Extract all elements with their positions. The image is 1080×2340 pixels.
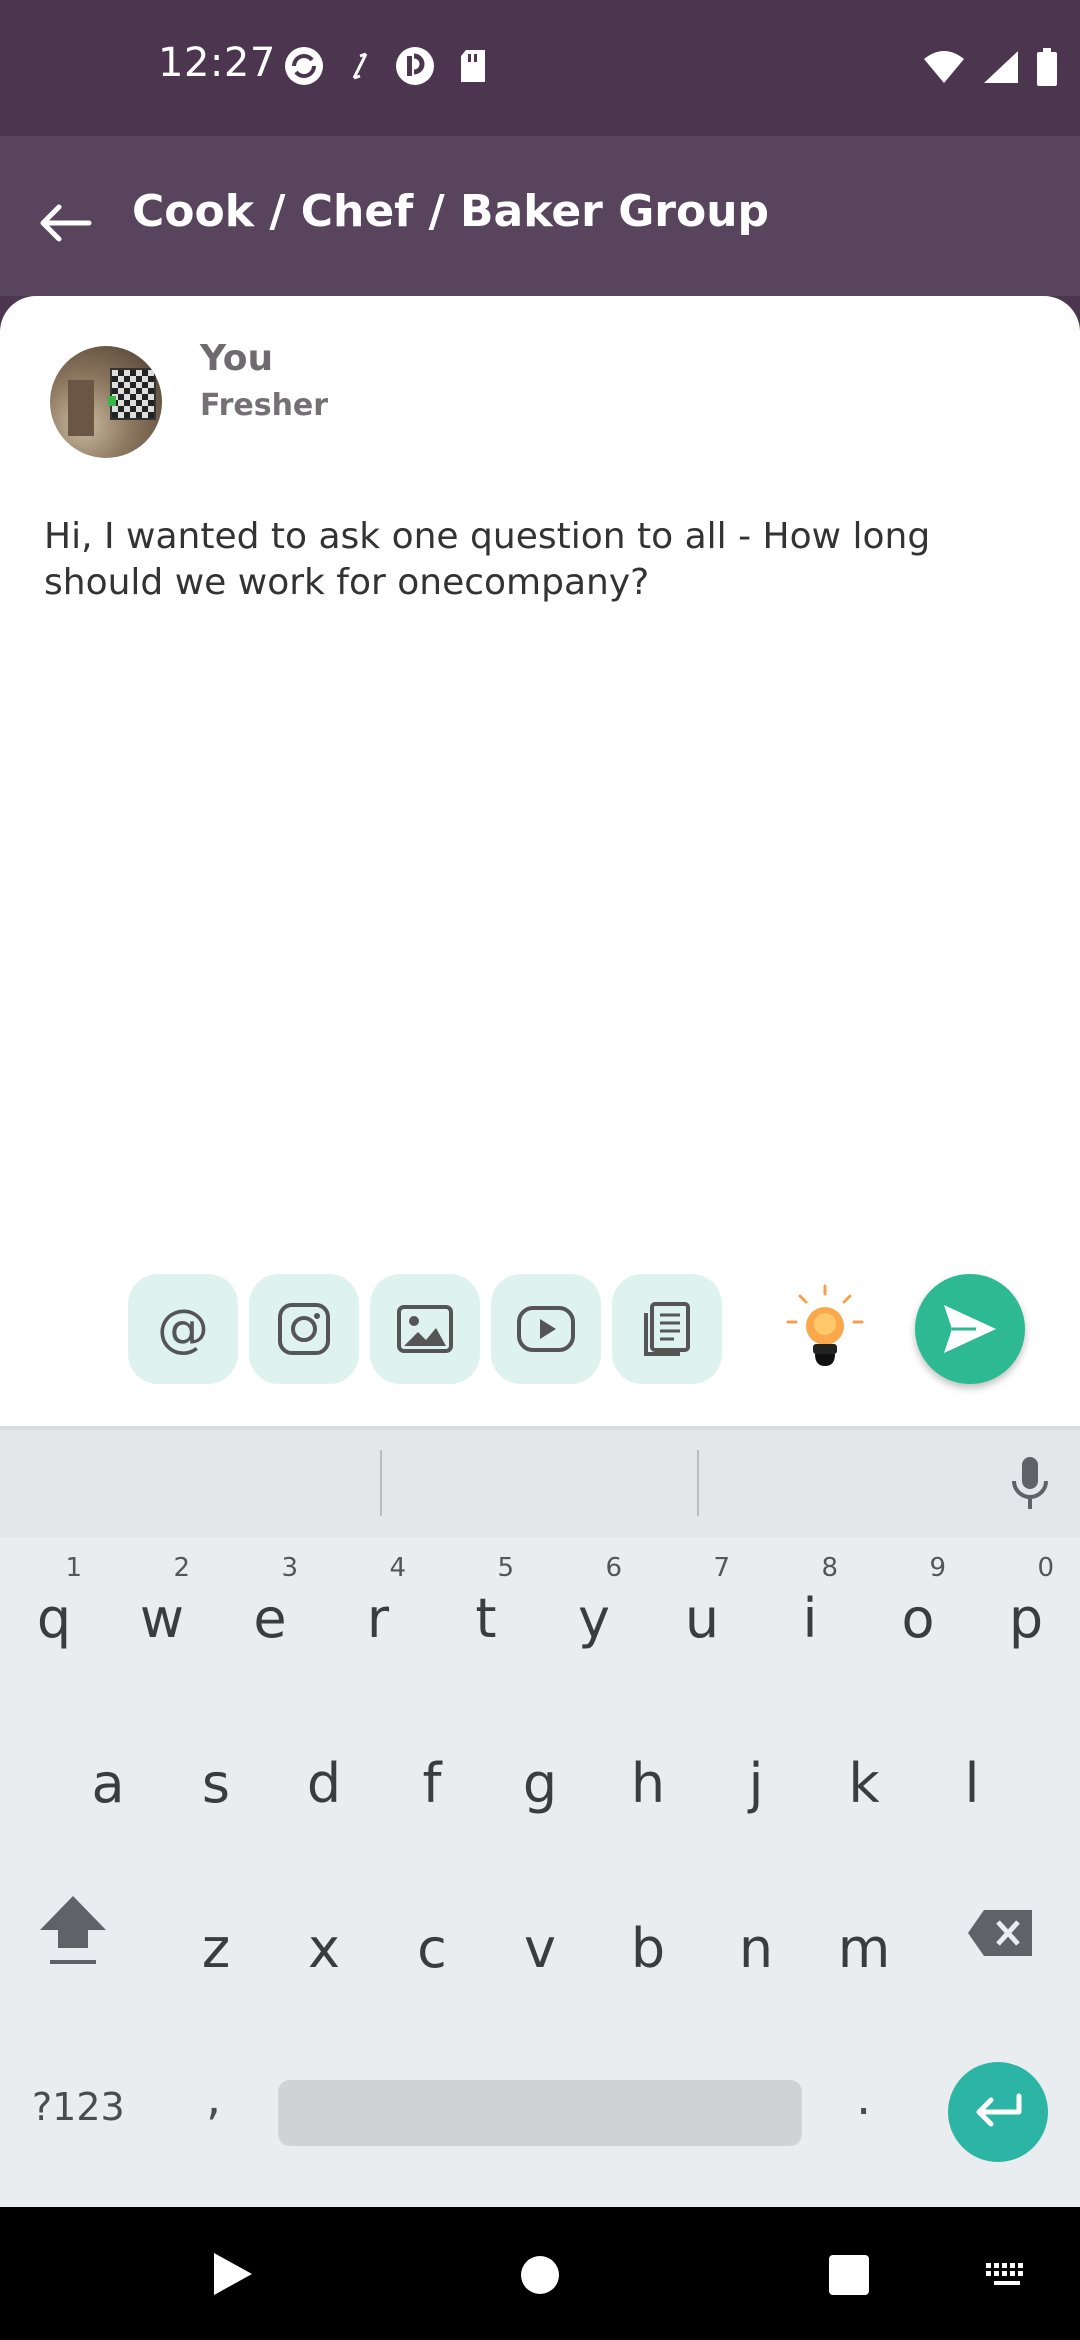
key-n[interactable]: n — [706, 1875, 806, 2005]
nav-back-button[interactable] — [210, 2249, 256, 2303]
system-nav-bar — [0, 2207, 1080, 2340]
key-r[interactable]: 4r — [328, 1545, 428, 1675]
page-title: Cook / Chef / Baker Group — [132, 186, 770, 237]
document-icon — [644, 1302, 690, 1356]
data-transfer-icon — [352, 52, 368, 80]
instagram-icon — [278, 1303, 330, 1355]
video-button[interactable] — [491, 1274, 601, 1384]
shift-icon — [40, 1896, 106, 1964]
idea-button[interactable] — [770, 1274, 880, 1384]
nav-home-button[interactable] — [519, 2254, 561, 2300]
back-arrow-icon — [40, 204, 92, 242]
key-s[interactable]: s — [166, 1710, 266, 1840]
key-i[interactable]: 8i — [760, 1545, 860, 1675]
post-composer: You Fresher Hi, I wanted to ask one ques… — [0, 296, 1080, 1426]
backspace-key[interactable] — [966, 1908, 1046, 1962]
video-play-icon — [517, 1306, 575, 1352]
key-y[interactable]: 6y — [544, 1545, 644, 1675]
key-g[interactable]: g — [490, 1710, 590, 1840]
send-button[interactable] — [915, 1274, 1025, 1384]
keyboard: 1q 2w 3e 4r 5t 6y 7u 8i 9o 0p a s d f g … — [0, 1430, 1080, 2207]
key-b[interactable]: b — [598, 1875, 698, 2005]
key-j[interactable]: j — [706, 1710, 806, 1840]
key-f[interactable]: f — [382, 1710, 482, 1840]
symbols-key[interactable]: ?123 — [32, 2085, 125, 2129]
document-button[interactable] — [612, 1274, 722, 1384]
sync-icon — [285, 47, 323, 85]
home-circle-icon — [521, 2256, 559, 2294]
keyboard-icon — [986, 2263, 1023, 2285]
key-a[interactable]: a — [58, 1710, 158, 1840]
image-icon — [397, 1305, 453, 1353]
author-name: You — [200, 338, 274, 379]
key-u[interactable]: 7u — [652, 1545, 752, 1675]
status-bar: 12:27 — [0, 0, 1080, 136]
suggestion-separator — [697, 1450, 699, 1516]
mention-button[interactable]: @ — [128, 1274, 238, 1384]
spacebar-key[interactable] — [278, 2080, 802, 2146]
enter-key[interactable] — [948, 2062, 1048, 2162]
avatar — [50, 346, 162, 458]
suggestion-separator — [380, 1450, 382, 1516]
attachment-toolbar: @ — [0, 1274, 1080, 1386]
send-icon — [944, 1305, 996, 1353]
microphone-button[interactable] — [1000, 1448, 1060, 1518]
status-icons-right — [922, 48, 1058, 86]
microphone-icon — [1012, 1457, 1048, 1509]
sd-card-icon — [461, 50, 485, 82]
key-t[interactable]: 5t — [436, 1545, 536, 1675]
signal-icon — [984, 51, 1018, 83]
key-x[interactable]: x — [274, 1875, 374, 2005]
period-key[interactable]: . — [856, 2070, 871, 2126]
key-h[interactable]: h — [598, 1710, 698, 1840]
key-e[interactable]: 3e — [220, 1545, 320, 1675]
at-icon: @ — [157, 1299, 209, 1359]
idea-bulb-icon — [786, 1284, 864, 1366]
suggestion-strip — [0, 1430, 1080, 1537]
key-c[interactable]: c — [382, 1875, 482, 2005]
key-z[interactable]: z — [166, 1875, 266, 2005]
app-icon — [396, 47, 434, 85]
key-k[interactable]: k — [814, 1710, 914, 1840]
recents-square-icon — [829, 2255, 869, 2295]
author-role: Fresher — [200, 388, 329, 423]
image-button[interactable] — [370, 1274, 480, 1384]
shift-key[interactable] — [28, 1890, 118, 1970]
nav-recents-button[interactable] — [828, 2254, 870, 2300]
backspace-icon — [968, 1910, 1032, 1956]
nav-keyboard-button[interactable] — [984, 2259, 1030, 2295]
instagram-button[interactable] — [249, 1274, 359, 1384]
enter-icon — [976, 2093, 1022, 2127]
key-q[interactable]: 1q — [4, 1545, 104, 1675]
back-button[interactable] — [30, 188, 100, 258]
status-time: 12:27 — [158, 40, 276, 86]
key-w[interactable]: 2w — [112, 1545, 212, 1675]
key-v[interactable]: v — [490, 1875, 590, 2005]
comma-key[interactable]: , — [206, 2070, 221, 2126]
app-bar: Cook / Chef / Baker Group — [0, 136, 1080, 296]
key-m[interactable]: m — [814, 1875, 914, 2005]
status-icons-left — [282, 44, 488, 88]
wifi-icon — [924, 51, 964, 83]
key-o[interactable]: 9o — [868, 1545, 968, 1675]
back-triangle-icon — [214, 2253, 252, 2295]
key-l[interactable]: l — [922, 1710, 1022, 1840]
post-text-input[interactable]: Hi, I wanted to ask one question to all … — [44, 514, 1044, 606]
key-d[interactable]: d — [274, 1710, 374, 1840]
key-p[interactable]: 0p — [976, 1545, 1076, 1675]
battery-icon — [1037, 48, 1057, 86]
